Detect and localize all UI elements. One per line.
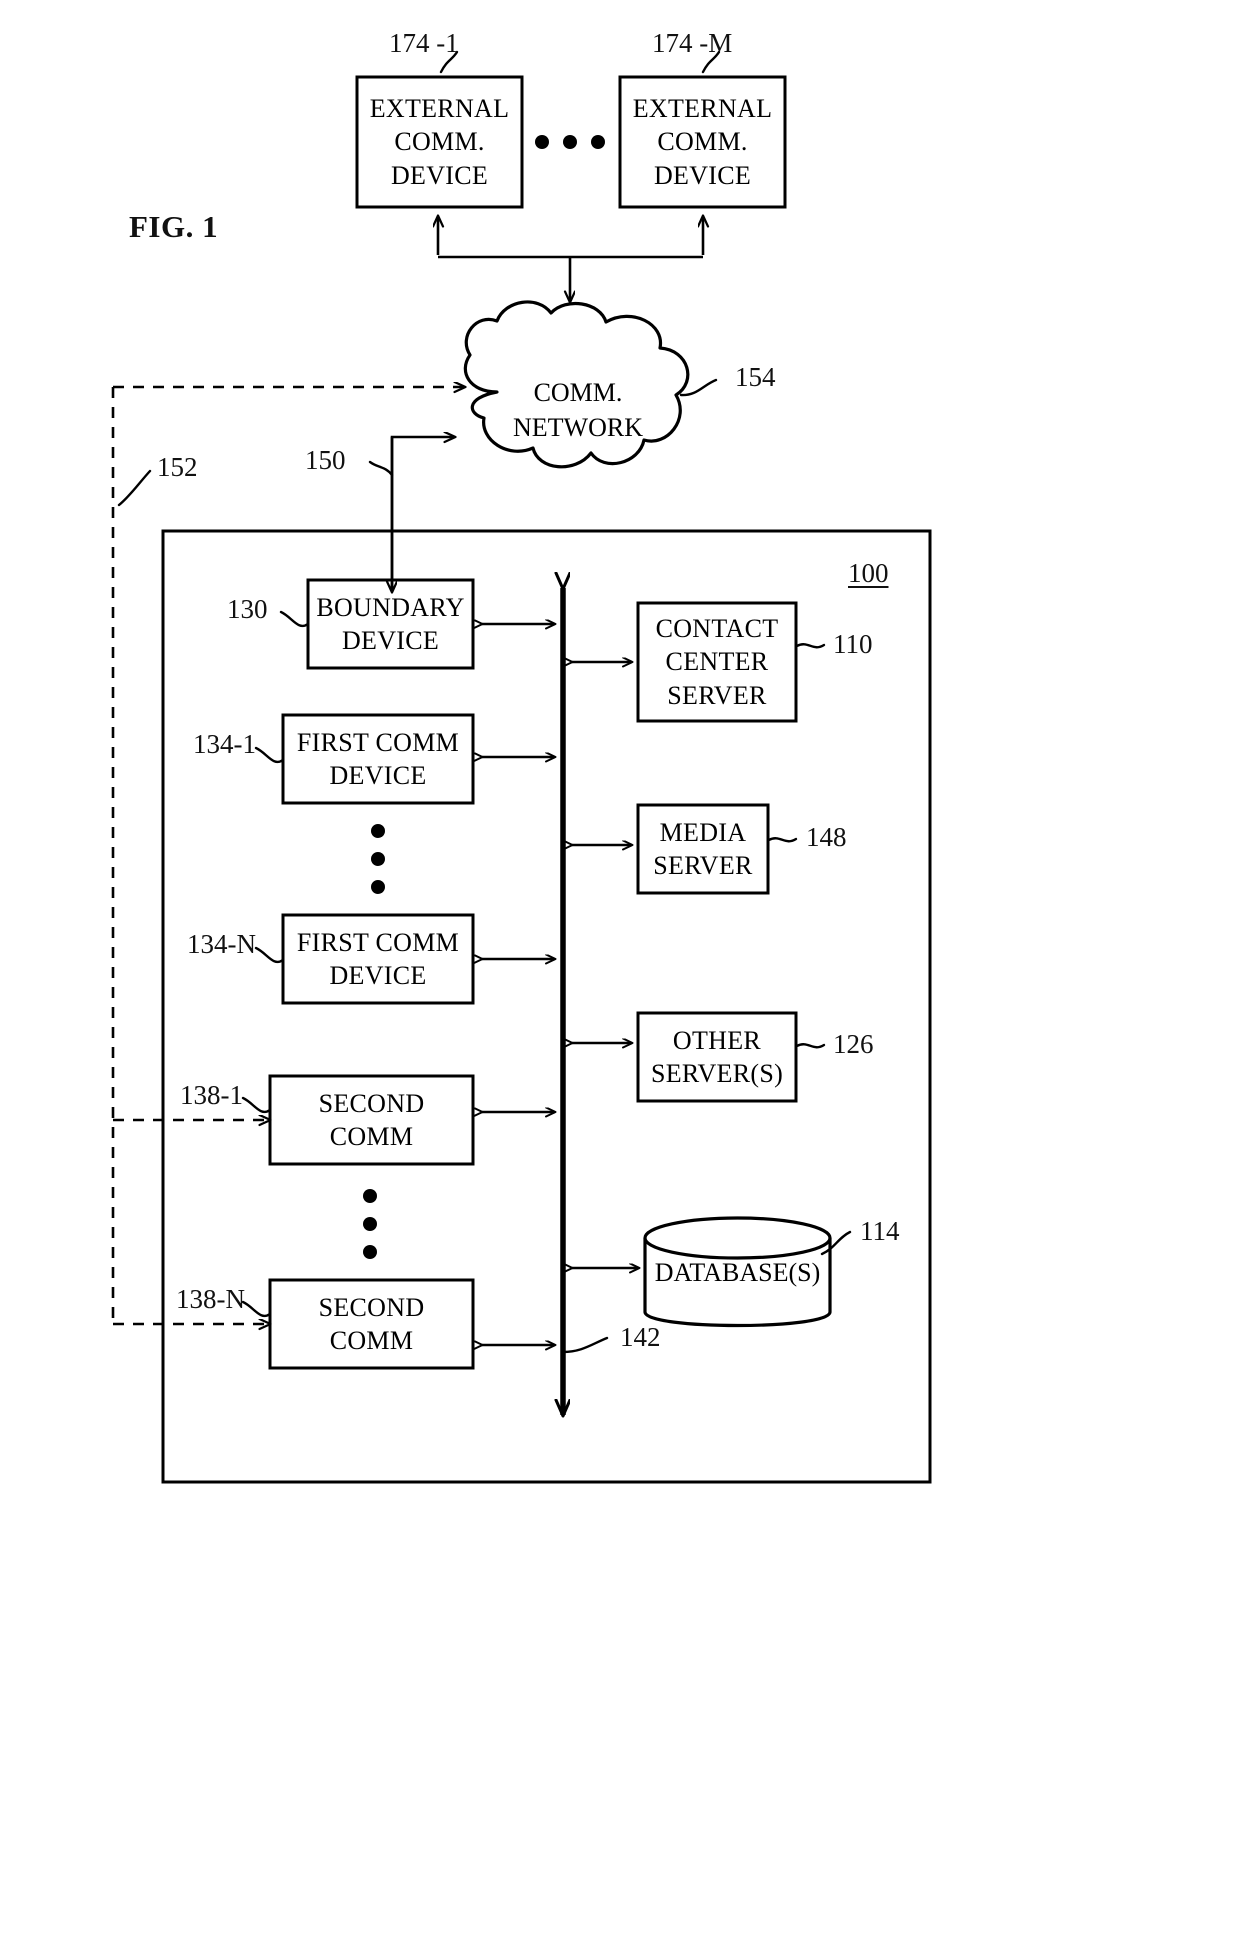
databases-cylinder-label: DATABASE(S) <box>654 1258 821 1287</box>
comm-network-line1: COMM. <box>533 377 623 407</box>
ref-142: 142 <box>620 1322 661 1352</box>
external-comm-device-m-line2: COMM. <box>657 127 748 157</box>
media-server-box: MEDIA SERVER <box>638 805 768 893</box>
contact-center-server-line2: CENTER <box>665 647 769 677</box>
first-comm-device-n-line2: DEVICE <box>329 961 427 990</box>
second-comm-n-box: SECOND COMM <box>270 1280 473 1368</box>
ref-110: 110 <box>833 629 873 659</box>
external-comm-device-m-line3: DEVICE <box>653 160 752 190</box>
second-comm-n-line2: COMM <box>329 1326 414 1355</box>
boundary-device-box: BOUNDARY DEVICE <box>308 580 473 668</box>
external-comm-device-m: EXTERNAL COMM. DEVICE <box>620 77 785 207</box>
ref-130: 130 <box>227 594 268 624</box>
second-comm-1-box: SECOND COMM <box>270 1076 473 1164</box>
first-comm-device-n-line1: FIRST COMM <box>296 927 460 957</box>
second-comm-1-line1: SECOND <box>318 1088 425 1118</box>
ref-138-1: 138-1 <box>180 1080 243 1110</box>
ref-138-N: 138-N <box>176 1284 245 1314</box>
patent-figure: FIG. 1 174 -1 174 -M EXTERNAL COMM. DEVI… <box>0 0 1240 1937</box>
ref-134-1: 134-1 <box>193 729 256 759</box>
first-comm-device-1-line1: FIRST COMM <box>296 727 460 757</box>
ref-126: 126 <box>833 1029 874 1059</box>
ref-150: 150 <box>305 445 346 475</box>
ref-174-M: 174 -M <box>652 28 733 58</box>
other-servers-line1: OTHER <box>672 1025 762 1055</box>
comm-network-cloud: COMM. NETWORK <box>478 355 678 465</box>
external-comm-device-1-line3: DEVICE <box>390 160 489 190</box>
ref-100-system: 100 <box>848 558 889 588</box>
ref-114: 114 <box>860 1216 900 1246</box>
media-server-line1: MEDIA <box>659 817 747 847</box>
boundary-device-line1: BOUNDARY <box>316 592 465 622</box>
ref-134-N: 134-N <box>187 929 256 959</box>
second-comm-1-line2: COMM <box>329 1122 414 1151</box>
boundary-device-line2: DEVICE <box>341 626 440 655</box>
ref-152: 152 <box>157 452 198 482</box>
external-comm-device-1-line1: EXTERNAL <box>369 94 510 124</box>
second-comm-n-line1: SECOND <box>318 1292 425 1322</box>
external-comm-device-m-line1: EXTERNAL <box>632 94 773 124</box>
ref-174-1: 174 -1 <box>389 28 459 58</box>
other-servers-box: OTHER SERVER(S) <box>638 1013 796 1101</box>
figure-title: FIG. 1 <box>129 209 219 244</box>
external-comm-device-1-line2: COMM. <box>394 127 485 157</box>
contact-center-server-line1: CONTACT <box>655 614 779 644</box>
first-comm-device-1-box: FIRST COMM DEVICE <box>283 715 473 803</box>
other-servers-line2: SERVER(S) <box>650 1059 784 1088</box>
media-server-line2: SERVER <box>653 851 753 880</box>
ref-154: 154 <box>735 362 776 392</box>
first-comm-device-n-box: FIRST COMM DEVICE <box>283 915 473 1003</box>
figure-graphics <box>111 50 932 1484</box>
first-comm-device-1-line2: DEVICE <box>329 761 427 790</box>
external-comm-device-1: EXTERNAL COMM. DEVICE <box>357 77 522 207</box>
contact-center-server-line3: SERVER <box>667 680 767 710</box>
contact-center-server-box: CONTACT CENTER SERVER <box>638 603 796 721</box>
ref-148: 148 <box>806 822 847 852</box>
comm-network-line2: NETWORK <box>513 413 643 442</box>
